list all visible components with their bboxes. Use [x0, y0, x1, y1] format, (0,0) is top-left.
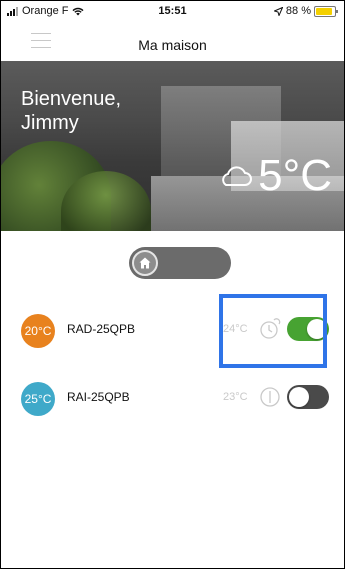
hero-banner: Bienvenue, Jimmy 5°C [1, 61, 344, 231]
device-name: RAD-25QPB [67, 322, 136, 336]
setpoint-temp: 23°C [223, 391, 248, 403]
outdoor-temp: 5°C [258, 151, 332, 200]
location-arrow-icon [273, 6, 283, 16]
cloud-icon [222, 166, 253, 186]
manual-clock-icon[interactable] [259, 386, 281, 408]
highlight-box [219, 294, 327, 368]
battery-percent: 88 % [285, 5, 311, 17]
status-bar: Orange F 15:51 88 % [1, 1, 344, 23]
welcome-text: Bienvenue, Jimmy [21, 87, 121, 135]
toggle-knob [132, 250, 158, 276]
room-temp-badge: 20°C [21, 314, 55, 348]
welcome-line1: Bienvenue, [21, 88, 122, 110]
nav-bar: Ma maison [1, 23, 344, 61]
phone-screen: Orange F 15:51 88 % Ma maison Bienvenue,… [0, 0, 345, 569]
home-icon [139, 257, 151, 269]
device-row[interactable]: 25°C RAI-25QPB 23°C [1, 378, 344, 418]
status-right: 88 % [273, 5, 338, 17]
switch-thumb [289, 387, 309, 407]
room-temp-badge: 25°C [21, 382, 55, 416]
home-away-toggle[interactable] [129, 247, 231, 279]
welcome-user: Jimmy [21, 112, 79, 134]
power-switch-off[interactable] [287, 385, 329, 409]
page-title: Ma maison [138, 37, 207, 53]
outdoor-weather: 5°C [218, 151, 332, 201]
device-name: RAI-25QPB [67, 390, 130, 404]
battery-icon [314, 5, 338, 17]
